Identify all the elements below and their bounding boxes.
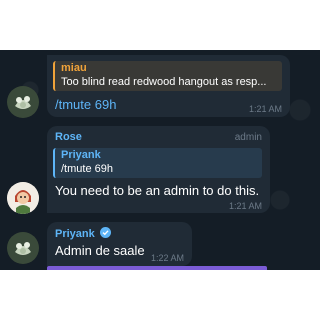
sender-name-text: Priyank <box>55 228 95 240</box>
message-text: You need to be an admin to do this. <box>55 183 260 198</box>
message-bubble[interactable]: miau Too blind read redwood hangout as r… <box>47 55 290 117</box>
sender-name[interactable]: Priyank <box>55 227 111 240</box>
reply-quote[interactable]: miau Too blind read redwood hangout as r… <box>53 61 282 91</box>
message-text: Admin de saale <box>55 243 145 258</box>
avatar[interactable] <box>7 86 39 118</box>
message-time: 1:21 AM <box>248 104 282 114</box>
message-time: 1:21 AM <box>228 201 262 211</box>
reply-text: Too blind read redwood hangout as resp..… <box>61 76 267 88</box>
avatar[interactable] <box>7 232 39 264</box>
reply-sender-name: Priyank <box>61 149 101 161</box>
sender-name[interactable]: Rose <box>55 131 82 143</box>
chat-area[interactable]: miau Too blind read redwood hangout as r… <box>0 50 320 270</box>
message-text: /tmute 69h <box>55 97 117 112</box>
reply-sender-name: miau <box>61 62 87 74</box>
reply-quote[interactable]: Priyank /tmute 69h <box>53 148 262 178</box>
verified-badge-icon <box>99 227 111 238</box>
message-bubble[interactable]: Rose admin Priyank /tmute 69h You need t… <box>47 126 270 213</box>
message-bubble[interactable]: Priyank Admin de saale 1:22 AM <box>47 222 192 266</box>
avatar[interactable] <box>7 182 39 214</box>
reply-text: /tmute 69h <box>61 163 113 175</box>
next-message-edge <box>47 266 267 270</box>
message-time: 1:22 AM <box>150 253 184 263</box>
admin-badge: admin <box>234 132 262 143</box>
